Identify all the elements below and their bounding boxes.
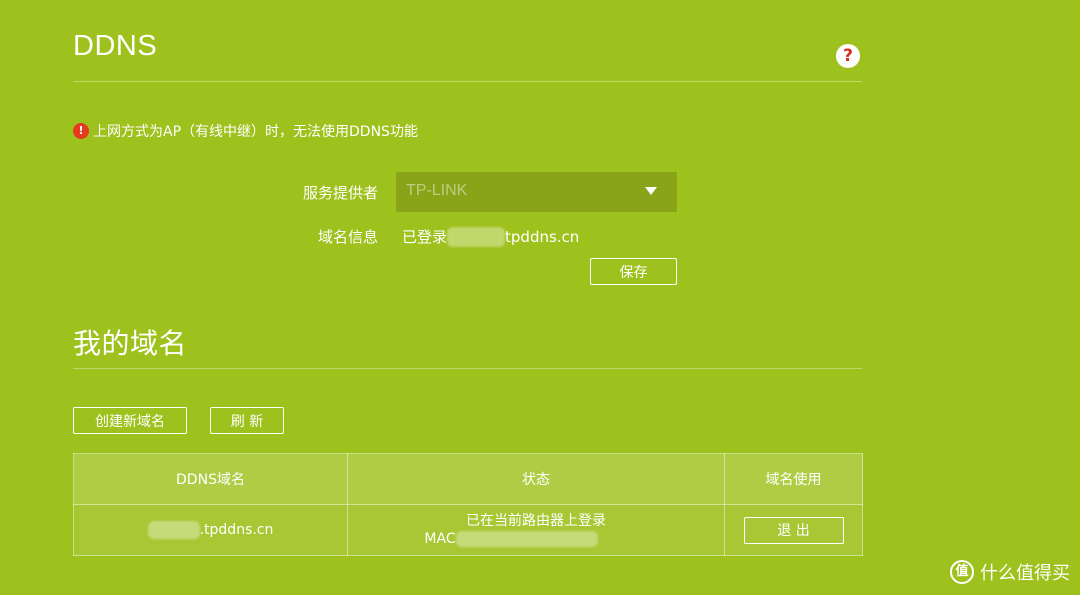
save-button[interactable]: 保存 xyxy=(590,258,677,285)
watermark: 值 什么值得买 xyxy=(950,559,1070,585)
warning-message: ! 上网方式为AP（有线中继）时，无法使用DDNS功能 xyxy=(73,121,418,141)
table-row: .tpddns.cn 已在当前路由器上登录 MAC 退 出 xyxy=(73,504,863,556)
domain-suffix: .tpddns.cn xyxy=(199,522,274,538)
refresh-button[interactable]: 刷 新 xyxy=(210,407,284,434)
domain-table: DDNS域名 状态 域名使用 .tpddns.cn 已在当前路由器上登录 MAC… xyxy=(73,453,863,556)
chevron-down-icon xyxy=(645,187,657,195)
table-cell-action: 退 出 xyxy=(724,504,863,556)
domain-info-label: 域名信息 xyxy=(317,228,378,246)
redacted-domain xyxy=(147,521,200,539)
domain-info-value: 已登录 tpddns.cn xyxy=(402,226,579,247)
logout-button[interactable]: 退 出 xyxy=(743,516,844,544)
table-header-usage: 域名使用 xyxy=(724,453,863,505)
redacted-mac xyxy=(455,531,598,547)
table-header-status: 状态 xyxy=(347,453,725,505)
domain-info-prefix: 已登录 xyxy=(402,228,448,246)
table-header-domain: DDNS域名 xyxy=(73,453,348,505)
question-icon[interactable]: ? xyxy=(836,44,860,68)
table-header-row: DDNS域名 状态 域名使用 xyxy=(73,453,863,505)
table-cell-status: 已在当前路由器上登录 MAC xyxy=(347,504,725,556)
watermark-text: 什么值得买 xyxy=(980,563,1070,584)
page-title: DDNS xyxy=(73,30,158,62)
redacted-domain xyxy=(447,226,506,247)
exclamation-icon: ! xyxy=(73,123,89,139)
status-line-2: MAC xyxy=(298,530,724,548)
provider-select[interactable]: TP-LINK xyxy=(396,172,677,212)
domain-info-suffix: tpddns.cn xyxy=(505,227,580,246)
create-domain-button[interactable]: 创建新域名 xyxy=(73,407,187,434)
ddns-divider xyxy=(73,81,862,82)
zhi-icon: 值 xyxy=(950,560,974,584)
status-line-1: 已在当前路由器上登录 xyxy=(466,513,606,529)
provider-select-value: TP-LINK xyxy=(406,182,468,199)
mac-prefix: MAC xyxy=(424,531,456,547)
warning-text: 上网方式为AP（有线中继）时，无法使用DDNS功能 xyxy=(93,124,418,140)
provider-label: 服务提供者 xyxy=(302,184,378,202)
my-domains-divider xyxy=(73,368,862,369)
my-domains-title: 我的域名 xyxy=(73,328,188,359)
